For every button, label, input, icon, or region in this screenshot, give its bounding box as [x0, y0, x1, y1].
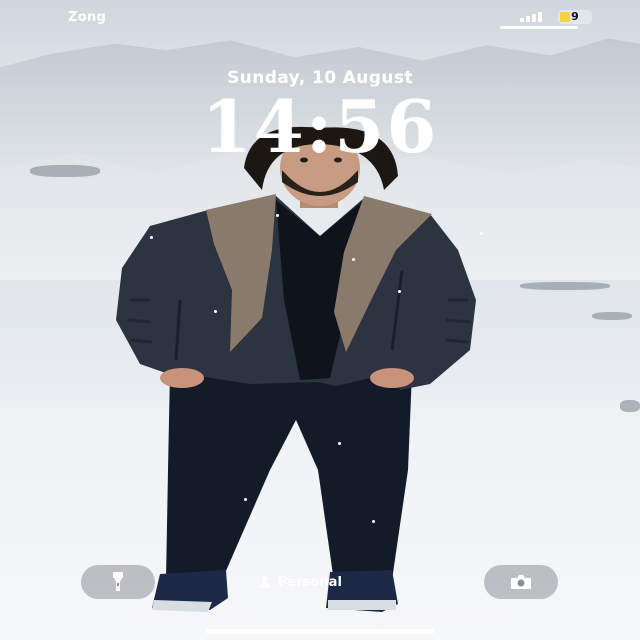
cellular-signal-icon [520, 11, 550, 22]
focus-mode-label: Personal [278, 574, 342, 590]
snowflake [480, 232, 483, 235]
person-icon [259, 576, 271, 588]
focus-mode-indicator[interactable]: Personal [258, 572, 342, 592]
snowflake [352, 258, 355, 261]
carrier-name: Zong [68, 10, 107, 25]
lock-screen: Zong 9 Sunday, 10 August 14:56 Personal [0, 0, 640, 640]
flashlight-button[interactable] [81, 565, 155, 599]
snowflake [338, 442, 341, 445]
snowflake [372, 520, 375, 523]
snowflake [150, 236, 153, 239]
battery-level: 9 [571, 10, 579, 23]
camera-button[interactable] [484, 565, 558, 599]
status-bar: Zong 9 [0, 0, 640, 34]
flashlight-icon [113, 572, 123, 591]
lock-screen-time: 14:56 [201, 84, 439, 169]
snowflake [398, 290, 401, 293]
snowflake [214, 310, 217, 313]
home-indicator[interactable] [206, 629, 434, 634]
battery-icon: 9 [558, 10, 592, 24]
snowflake [244, 498, 247, 501]
camera-icon [511, 575, 531, 589]
status-underline [500, 26, 578, 29]
snowflake [276, 214, 279, 217]
